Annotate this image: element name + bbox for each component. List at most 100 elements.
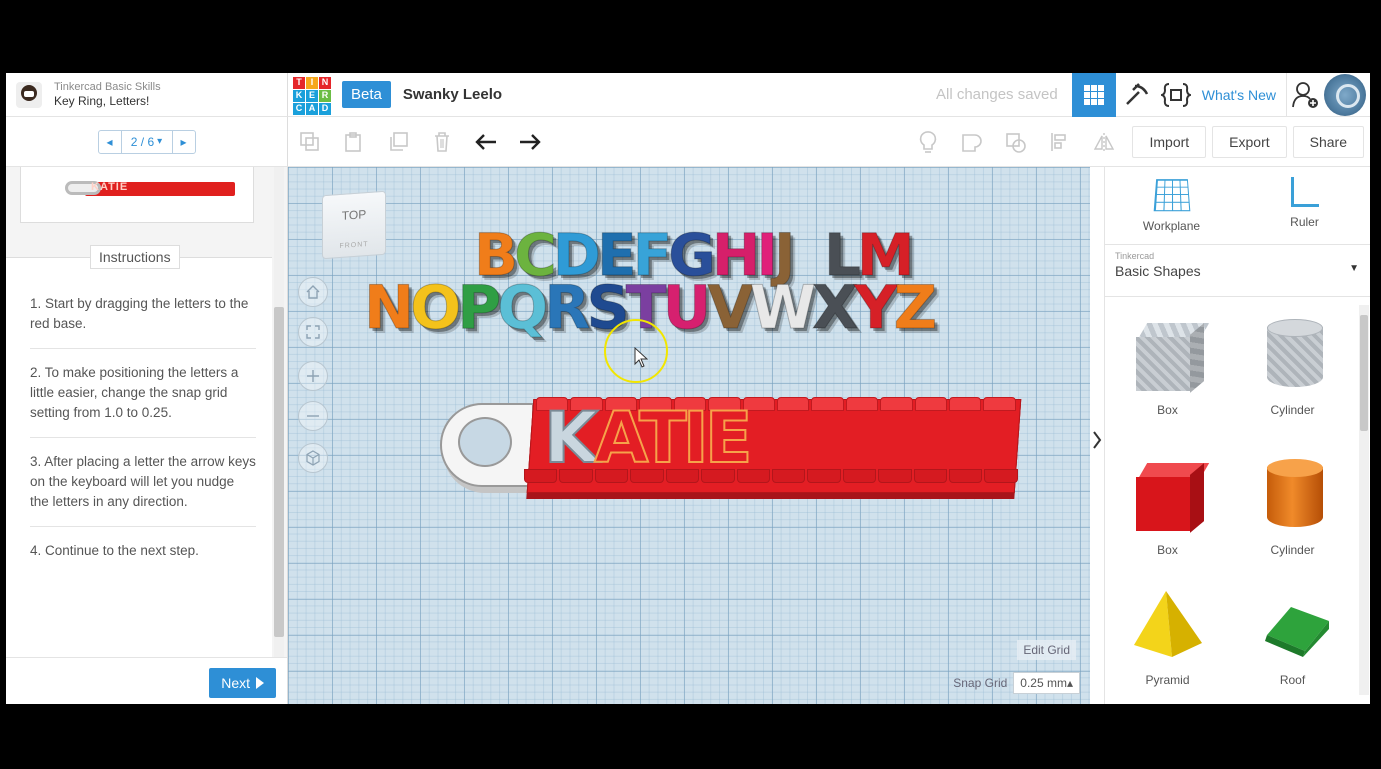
- codeblocks-button[interactable]: [1156, 73, 1196, 117]
- keyring-katie-letters[interactable]: KATIE: [543, 396, 754, 480]
- shape-label: Box: [1157, 543, 1178, 557]
- shapes-grid: Box Cylinder Box Cylinder Pyramid Roof: [1105, 297, 1355, 704]
- copy-icon: [300, 131, 319, 151]
- show-notes-button[interactable]: [906, 117, 950, 167]
- shape-pyramid[interactable]: Pyramid: [1105, 569, 1230, 699]
- letter-x[interactable]: X: [811, 273, 858, 344]
- instruction-step-2: 2. To make positioning the letters a lit…: [30, 349, 256, 438]
- lesson-scrollbar-thumb[interactable]: [274, 307, 284, 637]
- design-name[interactable]: Swanky Leelo: [403, 86, 502, 103]
- group-button[interactable]: [950, 117, 994, 167]
- plus-icon: [307, 370, 319, 382]
- view-cube[interactable]: TOP FRONT: [322, 190, 386, 260]
- letter-q[interactable]: Q: [497, 273, 549, 344]
- step-navigator: ◂ 2 / 6 ▾ ▸: [97, 129, 196, 154]
- workplane-tool[interactable]: Workplane: [1105, 167, 1238, 244]
- shape-category-dropdown[interactable]: Tinkercad Basic Shapes ▼: [1105, 245, 1370, 297]
- user-avatar[interactable]: [1324, 73, 1366, 116]
- workplane-icon: [1153, 179, 1190, 212]
- lightbulb-icon: [920, 130, 937, 153]
- shape-cylinder[interactable]: Cylinder: [1230, 429, 1355, 569]
- paste-button[interactable]: [332, 117, 376, 167]
- cube-perspective-icon: [306, 450, 320, 466]
- add-user-icon: [1291, 81, 1318, 108]
- shape-box[interactable]: Box: [1105, 429, 1230, 569]
- letter-r[interactable]: R: [544, 273, 591, 344]
- zoom-out-button[interactable]: [298, 401, 328, 431]
- logo-letter: R: [319, 89, 331, 102]
- shape-label: Cylinder: [1270, 543, 1315, 557]
- export-button[interactable]: Export: [1212, 125, 1287, 158]
- letter-w[interactable]: W: [749, 273, 816, 344]
- redo-arrow-icon: [520, 133, 541, 150]
- logo-letter: T: [293, 76, 305, 89]
- letters-atie[interactable]: ATIE: [593, 396, 753, 480]
- home-view-button[interactable]: [298, 277, 328, 307]
- ungroup-button[interactable]: [994, 117, 1038, 167]
- ruler-tool[interactable]: Ruler: [1238, 167, 1370, 244]
- mouse-cursor-icon: [634, 346, 649, 375]
- import-button[interactable]: Import: [1132, 125, 1207, 158]
- box-icon: [1128, 457, 1209, 535]
- duplicate-button[interactable]: [376, 117, 420, 167]
- shape-label: Roof: [1279, 673, 1306, 687]
- next-button[interactable]: Next: [209, 668, 276, 698]
- share-button[interactable]: Share: [1292, 125, 1364, 158]
- category-source: Tinkercad: [1115, 251, 1155, 261]
- shape-label: Box: [1157, 403, 1178, 417]
- letter-v[interactable]: V: [707, 273, 754, 344]
- grid-view-button[interactable]: [1071, 73, 1116, 117]
- undo-button[interactable]: [464, 117, 508, 167]
- copy-button[interactable]: [288, 117, 332, 167]
- instructions-tab[interactable]: Instructions: [90, 245, 180, 269]
- viewcube-front-label: FRONT: [339, 240, 369, 251]
- snap-grid-label: Snap Grid: [953, 676, 1008, 690]
- zoom-in-button[interactable]: [298, 361, 328, 391]
- step-count-label: 2 / 6: [130, 134, 155, 149]
- build-hammer-button[interactable]: [1116, 73, 1156, 117]
- whats-new-link[interactable]: What's New: [1202, 87, 1276, 103]
- logo-letter: D: [319, 102, 331, 115]
- step-selector[interactable]: 2 / 6 ▾: [120, 130, 173, 153]
- fit-view-button[interactable]: [298, 317, 328, 347]
- lesson-course-name: Tinkercad Basic Skills: [54, 81, 161, 93]
- letter-p[interactable]: P: [457, 273, 502, 344]
- workplane-canvas[interactable]: TOP FRONT BCDEFGHIJ LM NOPQRSTUVWXYZ KAT: [288, 167, 1090, 704]
- collapse-panel-chevron-icon[interactable]: [1090, 425, 1104, 455]
- shape-cylinder-hole[interactable]: Cylinder: [1230, 297, 1355, 429]
- previous-step-button[interactable]: ◂: [99, 131, 121, 153]
- ruler-label: Ruler: [1290, 215, 1319, 229]
- align-icon: [1051, 132, 1067, 151]
- lesson-footer: Next: [6, 657, 287, 704]
- next-step-button[interactable]: ▸: [173, 131, 195, 153]
- tinkercad-logo[interactable]: T I N K E R C A D: [288, 73, 332, 117]
- edit-grid-button[interactable]: Edit Grid: [1017, 640, 1076, 660]
- letter-o[interactable]: O: [410, 273, 462, 344]
- shape-box-hole[interactable]: Box: [1105, 297, 1230, 429]
- logo-letter: E: [306, 89, 318, 102]
- letter-y[interactable]: Y: [854, 273, 899, 344]
- delete-button[interactable]: [420, 117, 464, 167]
- snap-grid-select[interactable]: 0.25 mm▴: [1013, 672, 1080, 694]
- lesson-preview-image: KATIE: [20, 167, 254, 223]
- redo-button[interactable]: [508, 117, 552, 167]
- logo-letter: A: [306, 102, 318, 115]
- code-blocks-icon: [1160, 82, 1191, 107]
- align-button[interactable]: [1038, 117, 1082, 167]
- letter-u[interactable]: U: [662, 273, 712, 344]
- hammer-pickaxe-icon: [1125, 82, 1148, 105]
- lesson-header: Tinkercad Basic Skills Key Ring, Letters…: [6, 73, 288, 117]
- keyring-hole: [458, 417, 512, 467]
- shapes-scrollbar-thumb[interactable]: [1360, 315, 1368, 431]
- letter-k-selected[interactable]: K: [543, 396, 599, 480]
- mirror-button[interactable]: [1082, 117, 1126, 167]
- chevron-right-icon: [1093, 431, 1102, 449]
- shape-roof[interactable]: Roof: [1230, 569, 1355, 699]
- perspective-button[interactable]: [298, 443, 328, 473]
- save-status: All changes saved: [936, 86, 1058, 103]
- lesson-step-row: ◂ 2 / 6 ▾ ▸: [6, 117, 288, 167]
- add-user-button[interactable]: [1286, 73, 1324, 117]
- letter-z[interactable]: Z: [893, 273, 937, 344]
- letter-n[interactable]: N: [363, 273, 414, 344]
- thumb-katie-text: KATIE: [91, 181, 129, 193]
